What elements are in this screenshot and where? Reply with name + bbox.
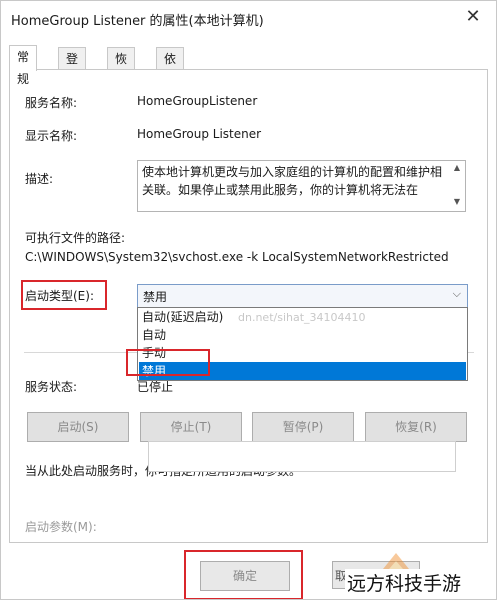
tab-recovery[interactable]: 恢复 <box>107 47 136 88</box>
close-icon[interactable]: ✕ <box>450 1 496 35</box>
startup-type-selected: 禁用 <box>143 290 168 304</box>
tab-logon[interactable]: 登录 <box>58 47 87 88</box>
stop-button[interactable]: 停止(T) <box>140 412 242 442</box>
display-name-value: HomeGroup Listener <box>137 127 262 141</box>
start-params-input[interactable] <box>148 441 456 472</box>
description-box[interactable]: 使本地计算机更改与加入家庭组的计算机的配置和维护相关联。如果停止或禁用此服务，你… <box>137 160 466 212</box>
scroll-down-icon[interactable]: ▼ <box>451 197 463 209</box>
resume-button[interactable]: 恢复(R) <box>365 412 467 442</box>
service-name-label: 服务名称: <box>25 96 78 110</box>
display-name-label: 显示名称: <box>25 129 78 143</box>
disabled-option-highlight <box>126 349 210 376</box>
watermark-text: dn.net/sihat_34104410 <box>238 311 366 324</box>
start-params-label: 启动参数(M): <box>25 520 97 534</box>
tab-general[interactable]: 常规 <box>9 45 38 86</box>
startup-type-label: 启动类型(E): <box>25 289 94 303</box>
scroll-up-icon[interactable]: ▲ <box>451 163 463 175</box>
tab-dependencies[interactable]: 依存关系 <box>156 47 185 132</box>
startup-type-select[interactable]: 禁用 ⌵ <box>137 284 468 308</box>
dropdown-option-auto[interactable]: 自动 <box>139 326 466 344</box>
exe-path-value: C:\WINDOWS\System32\svchost.exe -k Local… <box>25 250 449 264</box>
exe-path-label: 可执行文件的路径: <box>25 231 126 245</box>
service-name-value: HomeGroupListener <box>137 94 258 108</box>
service-status-label: 服务状态: <box>25 380 78 394</box>
chevron-down-icon: ⌵ <box>452 287 461 300</box>
brand-watermark: 远方科技手游 <box>345 569 464 596</box>
description-label: 描述: <box>25 172 54 186</box>
window-title: HomeGroup Listener 的属性(本地计算机) <box>11 14 264 29</box>
ok-button[interactable]: 确定 <box>200 561 290 591</box>
title-bar: HomeGroup Listener 的属性(本地计算机) ✕ <box>1 1 496 35</box>
description-text: 使本地计算机更改与加入家庭组的计算机的配置和维护相关联。如果停止或禁用此服务，你… <box>142 165 443 197</box>
properties-dialog: HomeGroup Listener 的属性(本地计算机) ✕ 常规 登录 恢复… <box>0 0 497 600</box>
pause-button[interactable]: 暂停(P) <box>252 412 354 442</box>
start-button[interactable]: 启动(S) <box>27 412 129 442</box>
